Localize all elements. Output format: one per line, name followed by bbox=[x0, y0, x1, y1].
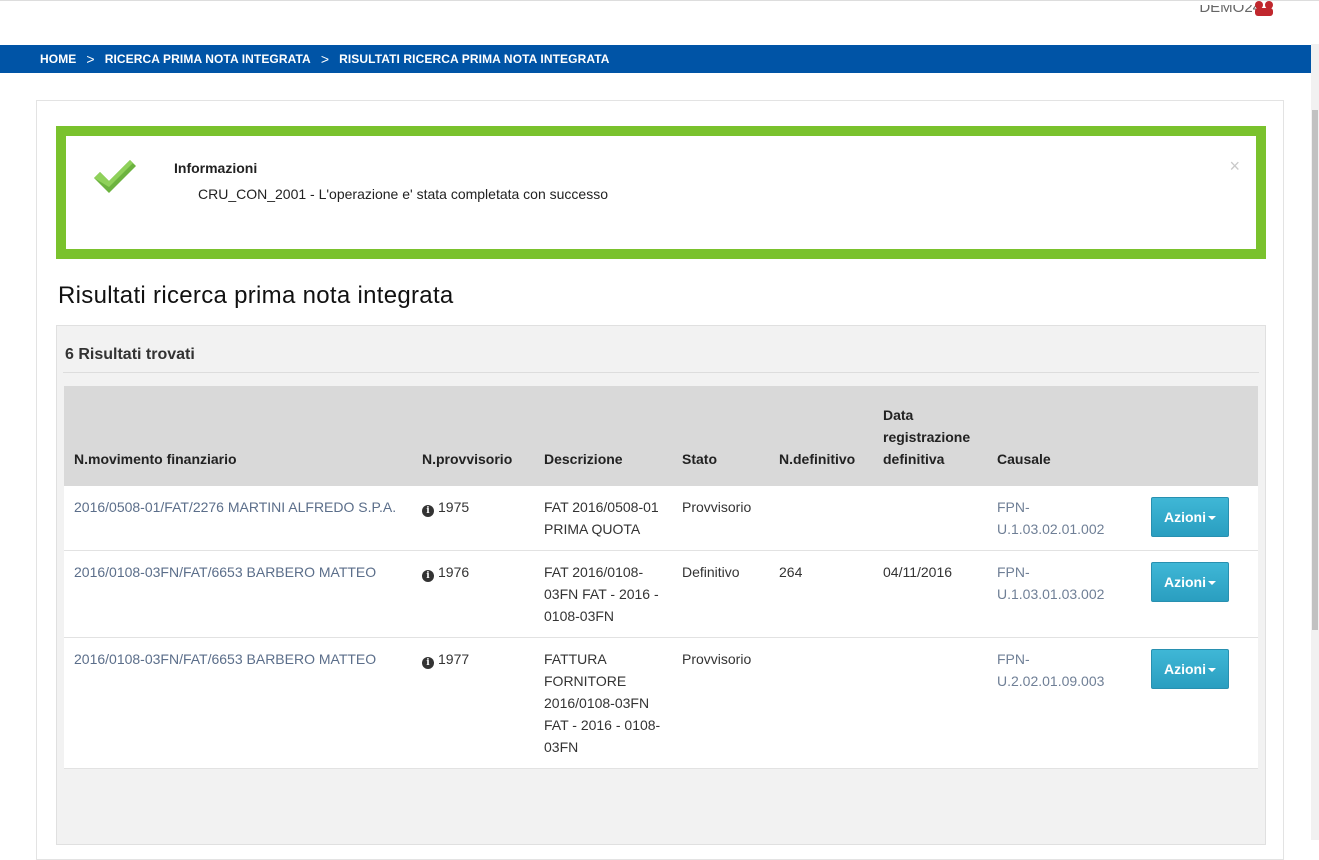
definitivo-cell bbox=[769, 486, 873, 551]
azioni-label: Azioni bbox=[1164, 509, 1206, 525]
definitivo-cell bbox=[769, 637, 873, 769]
azioni-button[interactable]: Azioni bbox=[1151, 562, 1229, 602]
movimento-link[interactable]: 2016/0508-01/FAT/2276 MARTINI ALFREDO S.… bbox=[64, 486, 412, 551]
info-icon[interactable]: i bbox=[422, 505, 434, 517]
provvisorio-value: 1977 bbox=[438, 651, 470, 667]
descrizione-cell: FAT 2016/0108-03FN FAT - 2016 - 0108-03F… bbox=[534, 550, 672, 638]
provvisorio-value: 1975 bbox=[438, 499, 470, 515]
column-header-actions bbox=[1141, 386, 1258, 486]
caret-down-icon bbox=[1208, 668, 1216, 672]
breadcrumb-home[interactable]: HOME bbox=[40, 52, 76, 66]
actions-cell: Azioni bbox=[1141, 550, 1258, 638]
movimento-link[interactable]: 2016/0108-03FN/FAT/6653 BARBERO MATTEO bbox=[64, 550, 412, 638]
stato-cell: Definitivo bbox=[672, 550, 769, 638]
breadcrumb-separator: > bbox=[86, 51, 95, 67]
breadcrumb-ricerca[interactable]: RICERCA PRIMA NOTA INTEGRATA bbox=[105, 52, 311, 66]
column-header-movimento[interactable]: N.movimento finanziario bbox=[64, 386, 412, 486]
data-cell: 04/11/2016 bbox=[873, 550, 987, 638]
column-header-descrizione[interactable]: Descrizione bbox=[534, 386, 672, 486]
causale-cell: FPN-U.1.03.01.03.002 bbox=[987, 550, 1141, 638]
divider bbox=[63, 372, 1259, 373]
results-table: N.movimento finanziario N.provvisorio De… bbox=[64, 386, 1258, 769]
scrollbar-thumb[interactable] bbox=[1312, 110, 1318, 630]
data-cell bbox=[873, 486, 987, 551]
actions-cell: Azioni bbox=[1141, 637, 1258, 769]
azioni-button[interactable]: Azioni bbox=[1151, 649, 1229, 689]
azioni-label: Azioni bbox=[1164, 574, 1206, 590]
success-alert: Informazioni CRU_CON_2001 - L'operazione… bbox=[56, 126, 1266, 259]
top-bar: DEMO24 bbox=[0, 0, 1319, 44]
causale-cell: FPN-U.1.03.02.01.002 bbox=[987, 486, 1141, 551]
table-header-row: N.movimento finanziario N.provvisorio De… bbox=[64, 386, 1258, 486]
user-name[interactable]: DEMO24 bbox=[1199, 5, 1261, 19]
causale-cell: FPN-U.2.02.01.09.003 bbox=[987, 637, 1141, 769]
actions-cell: Azioni bbox=[1141, 486, 1258, 551]
user-icon[interactable] bbox=[1253, 1, 1275, 19]
provvisorio-cell: i 1976 bbox=[412, 550, 534, 638]
info-icon[interactable]: i bbox=[422, 570, 434, 582]
column-header-stato[interactable]: Stato bbox=[672, 386, 769, 486]
column-header-causale[interactable]: Causale bbox=[987, 386, 1141, 486]
table-row: 2016/0108-03FN/FAT/6653 BARBERO MATTEO i… bbox=[64, 637, 1258, 769]
table-row: 2016/0508-01/FAT/2276 MARTINI ALFREDO S.… bbox=[64, 486, 1258, 551]
definitivo-cell: 264 bbox=[769, 550, 873, 638]
data-cell bbox=[873, 637, 987, 769]
caret-down-icon bbox=[1208, 581, 1216, 585]
descrizione-cell: FATTURA FORNITORE 2016/0108-03FN FAT - 2… bbox=[534, 637, 672, 769]
azioni-label: Azioni bbox=[1164, 661, 1206, 677]
column-header-provvisorio[interactable]: N.provvisorio bbox=[412, 386, 534, 486]
info-icon[interactable]: i bbox=[422, 657, 434, 669]
azioni-button[interactable]: Azioni bbox=[1151, 497, 1229, 537]
column-header-definitivo[interactable]: N.definitivo bbox=[769, 386, 873, 486]
close-icon[interactable]: × bbox=[1229, 156, 1240, 177]
checkmark-icon bbox=[94, 160, 136, 193]
alert-message: CRU_CON_2001 - L'operazione e' stata com… bbox=[198, 186, 609, 202]
page-title: Risultati ricerca prima nota integrata bbox=[58, 282, 454, 309]
breadcrumb: HOME > RICERCA PRIMA NOTA INTEGRATA > RI… bbox=[0, 45, 1311, 73]
breadcrumb-separator: > bbox=[320, 51, 330, 67]
stato-cell: Provvisorio bbox=[672, 637, 769, 769]
page-scrollbar[interactable] bbox=[1311, 44, 1319, 840]
provvisorio-cell: i 1977 bbox=[412, 637, 534, 769]
table-row: 2016/0108-03FN/FAT/6653 BARBERO MATTEO i… bbox=[64, 550, 1258, 638]
provvisorio-value: 1976 bbox=[438, 564, 470, 580]
stato-cell: Provvisorio bbox=[672, 486, 769, 551]
descrizione-cell: FAT 2016/0508-01 PRIMA QUOTA bbox=[534, 486, 672, 551]
movimento-link[interactable]: 2016/0108-03FN/FAT/6653 BARBERO MATTEO bbox=[64, 637, 412, 769]
caret-down-icon bbox=[1208, 516, 1216, 520]
column-header-data[interactable]: Data registrazione definitiva bbox=[873, 386, 987, 486]
alert-title: Informazioni bbox=[174, 160, 258, 176]
breadcrumb-current: RISULTATI RICERCA PRIMA NOTA INTEGRATA bbox=[339, 52, 610, 66]
provvisorio-cell: i 1975 bbox=[412, 486, 534, 551]
results-count: 6 Risultati trovati bbox=[65, 346, 195, 363]
